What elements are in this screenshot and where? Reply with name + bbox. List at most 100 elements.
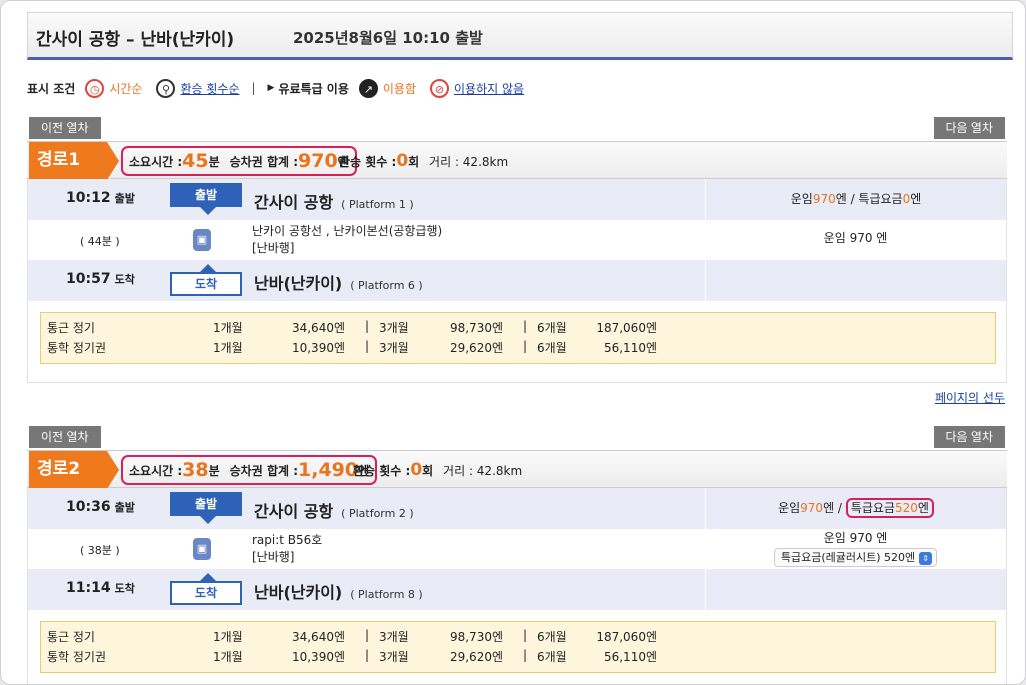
transfer-unit: 회 bbox=[408, 155, 420, 169]
fare-cell-empty bbox=[705, 260, 1006, 301]
route-segment: 10:36 출발 출발 간사이 공항( Platform 2 ) 운임970엔 /… bbox=[27, 488, 1007, 610]
arrival-station[interactable]: 난바(난카이)( Platform 8 ) bbox=[254, 579, 423, 603]
route-summary: 경로2 소요시간 : 38 분 승차권 합계 : 1,490 엔 환승 횟수 :… bbox=[27, 450, 1007, 489]
route-card-2: 이전 열차 다음 열차 경로2 소요시간 : 38 분 승차권 합계 : 1,4… bbox=[27, 426, 1007, 684]
departure-row: 10:36 출발 출발 간사이 공항( Platform 2 ) 운임970엔 /… bbox=[28, 488, 1006, 529]
page-top-link[interactable]: 페이지의 선두 bbox=[935, 389, 1005, 406]
fare-label: 승차권 합계 : bbox=[229, 463, 298, 478]
express-train-icon: ↗ bbox=[358, 78, 378, 98]
ride-duration: ( 38분 ) bbox=[80, 544, 120, 557]
chevron-updown-icon: ⇕ bbox=[919, 551, 933, 565]
line-name: 난카이 공항선 , 난카이본선(공항급행) bbox=[252, 224, 443, 238]
time-label: 소요시간 : bbox=[129, 154, 183, 169]
arrival-time: 11:14 도착 bbox=[66, 580, 135, 596]
train-nav: 이전 열차 다음 열차 bbox=[27, 426, 1007, 450]
browser-frame: 간사이 공항 – 난바(난카이) 2025년8월6일 10:10 출발 표시 조… bbox=[0, 0, 1026, 685]
transfer-label: 환승 횟수 : bbox=[353, 464, 411, 478]
pass-row: 통학 정기권 1개월 10,390엔 | 3개월 29,620엔 | 6개월 56,110엔 bbox=[47, 648, 657, 664]
fare-breakdown: 운임970엔 / 특급요금520엔 bbox=[705, 488, 1006, 529]
route-card-1: 이전 열차 다음 열차 경로1 소요시간 : 45 분 승차권 합계 : 970… bbox=[27, 117, 1007, 383]
departure-time: 10:36 출발 bbox=[66, 499, 135, 515]
pass-row: 통학 정기권 1개월 10,390엔 | 3개월 29,620엔 | 6개월 56,110엔 bbox=[47, 339, 657, 355]
train-icon: ▣ bbox=[193, 229, 211, 251]
time-value: 45 bbox=[182, 150, 209, 172]
time-unit: 분 bbox=[208, 154, 220, 169]
arrival-time: 10:57 도착 bbox=[66, 271, 135, 287]
time-label: 소요시간 : bbox=[129, 463, 183, 478]
ride-fare: 운임 970 엔 bbox=[823, 231, 888, 245]
express-nouse-link[interactable]: 이용하지 않음 bbox=[454, 80, 524, 97]
commuter-pass-section: 통근 정기 1개월 34,640엔 | 3개월 98,730엔 | 6개월 187,060엔 통… bbox=[27, 610, 1007, 684]
distance: 거리 : 42.8km bbox=[443, 464, 523, 478]
train-nav: 이전 열차 다음 열차 bbox=[27, 117, 1007, 141]
line-info: 난카이 공항선 , 난카이본선(공항급행) [난바행] bbox=[252, 223, 442, 257]
fare-value: 1,490 bbox=[298, 459, 359, 481]
arrival-badge: 도착 bbox=[170, 573, 242, 605]
fare-breakdown: 운임970엔 / 특급요금0엔 bbox=[705, 179, 1006, 220]
time-value: 38 bbox=[182, 459, 209, 481]
ride-duration: ( 44분 ) bbox=[80, 235, 120, 248]
arrival-row: 10:57 도착 도착 난바(난카이)( Platform 6 ) bbox=[28, 260, 1006, 301]
ride-fare-block: 운임 970 엔 특급요금(레귤러시트) 520엔 ⇕ bbox=[705, 529, 1006, 567]
ride-row: ( 38분 ) ▣ rapi:t B56호 [난바행] 운임 970 엔 특급요… bbox=[28, 529, 1006, 569]
train-icon: ▣ bbox=[193, 538, 211, 560]
time-unit: 분 bbox=[208, 463, 220, 478]
pass-row: 통근 정기 1개월 34,640엔 | 3개월 98,730엔 | 6개월 187,060엔 bbox=[47, 628, 657, 644]
route-tag: 경로2 bbox=[29, 451, 119, 489]
ride-row: ( 44분 ) ▣ 난카이 공항선 , 난카이본선(공항급행) [난바행] 운임… bbox=[28, 220, 1006, 260]
transfer-value: 0 bbox=[410, 460, 423, 480]
direction: [난바행] bbox=[252, 241, 295, 255]
arrival-badge: 도착 bbox=[170, 264, 242, 296]
commuter-pass-table: 통근 정기 1개월 34,640엔 | 3개월 98,730엔 | 6개월 187,060엔 통… bbox=[40, 621, 996, 673]
line-name: rapi:t B56호 bbox=[252, 533, 323, 547]
sort-by-transfers-link[interactable]: 환승 횟수순 bbox=[180, 80, 239, 97]
display-conditions: 표시 조건 ◷ 시간순 ⚲ 환승 횟수순 | ▶ 유료특급 이용 ↗ 이용함 ⊘… bbox=[27, 77, 524, 99]
title-bar: 간사이 공항 – 난바(난카이) 2025년8월6일 10:10 출발 bbox=[27, 12, 1013, 60]
transfer-value: 0 bbox=[396, 151, 409, 171]
pass-row: 통근 정기 1개월 34,640엔 | 3개월 98,730엔 | 6개월 187,060엔 bbox=[47, 319, 657, 335]
route-title: 간사이 공항 – 난바(난카이) bbox=[36, 30, 235, 50]
departure-station[interactable]: 간사이 공항( Platform 1 ) bbox=[254, 189, 414, 213]
summary-highlight: 소요시간 : 38 분 승차권 합계 : 1,490 엔 bbox=[121, 455, 378, 485]
transfer-summary: 환승 횟수 :0회 거리 : 42.8km bbox=[339, 151, 508, 171]
departure-station[interactable]: 간사이 공항( Platform 2 ) bbox=[254, 498, 414, 522]
conditions-label: 표시 조건 bbox=[27, 81, 76, 96]
fare-cell-empty bbox=[705, 569, 1006, 610]
transfer-unit: 회 bbox=[422, 464, 434, 478]
fare-label: 승차권 합계 : bbox=[229, 154, 298, 169]
clock-icon: ◷ bbox=[85, 78, 105, 98]
commuter-pass-section: 통근 정기 1개월 34,640엔 | 3개월 98,730엔 | 6개월 187,060엔 통… bbox=[27, 301, 1007, 383]
departure-badge: 출발 bbox=[170, 492, 242, 524]
sort-by-time-option[interactable]: 시간순 bbox=[109, 80, 142, 97]
fare-value: 970 bbox=[298, 150, 338, 172]
route-summary: 경로1 소요시간 : 45 분 승차권 합계 : 970 엔 환승 횟수 :0회… bbox=[27, 141, 1007, 180]
departure-datetime: 2025년8월6일 10:10 출발 bbox=[293, 29, 483, 47]
ride-fare: 운임 970 엔 bbox=[823, 531, 888, 545]
separator: | bbox=[251, 81, 256, 95]
transfer-summary: 환승 횟수 :0회 거리 : 42.8km bbox=[353, 460, 522, 480]
express-label: 유료특급 이용 bbox=[278, 81, 349, 96]
line-info: rapi:t B56호 [난바행] bbox=[252, 532, 322, 566]
commuter-pass-table: 통근 정기 1개월 34,640엔 | 3개월 98,730엔 | 6개월 187,060엔 통… bbox=[40, 312, 996, 364]
arrival-station[interactable]: 난바(난카이)( Platform 6 ) bbox=[254, 270, 423, 294]
no-express-icon: ⊘ bbox=[430, 78, 449, 98]
seat-fare-select[interactable]: 특급요금(레귤러시트) 520엔 ⇕ bbox=[773, 548, 938, 567]
departure-row: 10:12 출발 출발 간사이 공항( Platform 1 ) 운임970엔 /… bbox=[28, 179, 1006, 220]
summary-highlight: 소요시간 : 45 분 승차권 합계 : 970 엔 bbox=[121, 146, 357, 176]
express-use-option[interactable]: 이용함 bbox=[383, 80, 416, 97]
departure-badge: 출발 bbox=[170, 183, 242, 215]
prev-train-button[interactable]: 이전 열차 bbox=[29, 426, 101, 448]
walker-icon: ⚲ bbox=[156, 78, 176, 98]
route-tag: 경로1 bbox=[29, 142, 119, 180]
direction: [난바행] bbox=[252, 550, 295, 564]
express-fare-highlight: 특급요금520엔 bbox=[845, 498, 934, 518]
next-train-button[interactable]: 다음 열차 bbox=[933, 117, 1005, 139]
triangle-icon: ▶ bbox=[267, 83, 275, 93]
route-segment: 10:12 출발 출발 간사이 공항( Platform 1 ) 운임970엔 /… bbox=[27, 179, 1007, 301]
departure-time: 10:12 출발 bbox=[66, 190, 135, 206]
distance: 거리 : 42.8km bbox=[429, 155, 509, 169]
transfer-label: 환승 횟수 : bbox=[339, 155, 397, 169]
prev-train-button[interactable]: 이전 열차 bbox=[29, 117, 101, 139]
next-train-button[interactable]: 다음 열차 bbox=[933, 426, 1005, 448]
arrival-row: 11:14 도착 도착 난바(난카이)( Platform 8 ) bbox=[28, 569, 1006, 610]
